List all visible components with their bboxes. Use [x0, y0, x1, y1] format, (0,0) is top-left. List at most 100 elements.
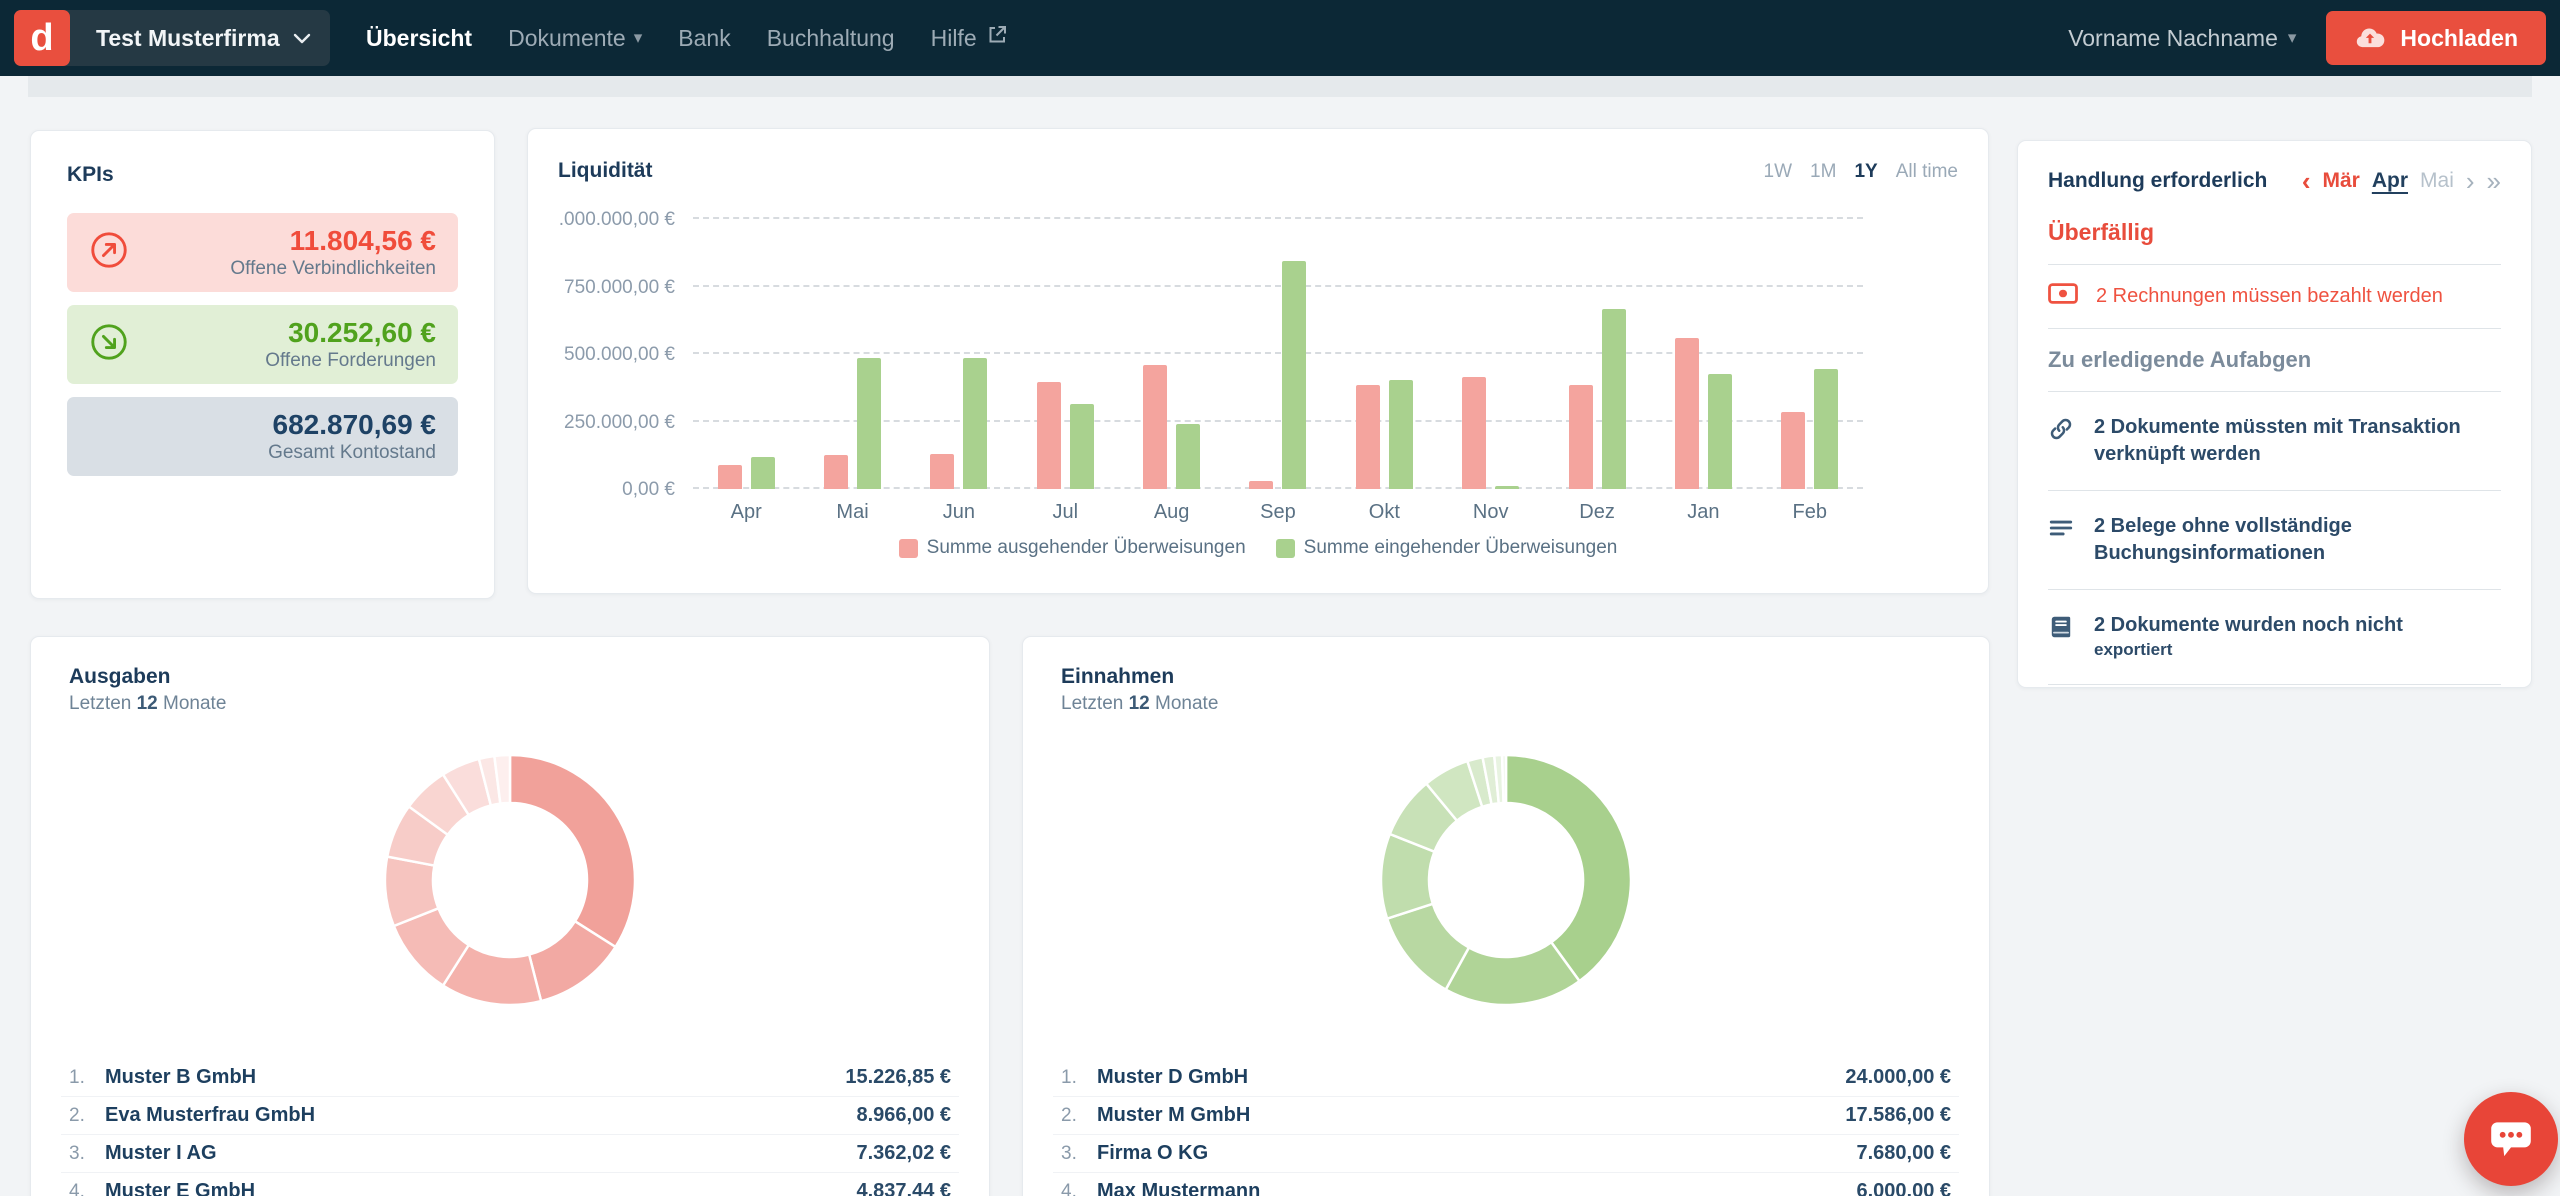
kpis-title: KPIs: [31, 131, 494, 213]
nav-item-buchhaltung[interactable]: Buchhaltung: [767, 25, 895, 52]
bar-summe-eingehender-überweisungen-dez: [1602, 309, 1626, 489]
month-navigation: ‹ Mär Apr Mai › »: [2302, 169, 2501, 193]
range-1m[interactable]: 1M: [1810, 161, 1836, 183]
logo-letter: d: [30, 17, 53, 60]
month-nav-mai[interactable]: Mai: [2420, 169, 2454, 193]
nav-item-label: Dokumente: [508, 25, 626, 52]
y-axis-tick-label: 0,00 €: [495, 479, 675, 501]
donut-segment-1: [510, 755, 635, 947]
bar-group-mai: [799, 219, 905, 489]
todo-item-text: 2 Dokumente müssten mit Transaktion verk…: [2094, 414, 2501, 468]
cloud-upload-icon: [2354, 25, 2386, 51]
chevron-down-icon: ▾: [2288, 28, 2297, 48]
bar-group-jun: [906, 219, 1012, 489]
income-donut-chart: [1371, 745, 1641, 1015]
kpi-tile-offene-verbindlichkeiten[interactable]: 11.804,56 €Offene Verbindlichkeiten: [67, 213, 458, 292]
divider: [2048, 589, 2501, 590]
kpi-tile-offene-forderungen[interactable]: 30.252,60 €Offene Forderungen: [67, 305, 458, 384]
bar-summe-eingehender-überweisungen-sep: [1282, 261, 1306, 489]
legend-item-summe-ausgehender-überweisungen: Summe ausgehender Überweisungen: [899, 537, 1246, 559]
range-all-time[interactable]: All time: [1896, 161, 1958, 183]
x-axis-label-sep: Sep: [1225, 501, 1331, 524]
chevron-down-icon: [290, 26, 314, 50]
chart-legend: Summe ausgehender Überweisungen Summe ein…: [528, 537, 1988, 559]
bar-group-dez: [1544, 219, 1650, 489]
previous-month-icon[interactable]: ‹: [2302, 171, 2311, 191]
y-axis-tick-label: .000.000,00 €: [495, 209, 675, 231]
nav-item-label: Buchhaltung: [767, 25, 895, 52]
bar-group-apr: [693, 219, 799, 489]
chat-button[interactable]: [2464, 1092, 2558, 1186]
nav-item-dokumente[interactable]: Dokumente ▾: [508, 25, 642, 52]
todo-item-1[interactable]: 2 Dokumente müssten mit Transaktion verk…: [2048, 410, 2501, 472]
kpi-tile-gesamt-kontostand[interactable]: 682.870,69 €Gesamt Kontostand: [67, 397, 458, 476]
chevron-down-icon: ▾: [634, 28, 643, 48]
ranking-index: 1.: [1061, 1067, 1097, 1089]
x-axis-label-jan: Jan: [1650, 501, 1756, 524]
ranking-row-firma-o-kg: 3.Firma O KG7.680,00 €: [1053, 1135, 1959, 1173]
ranking-row-muster-m-gmbh: 2.Muster M GmbH17.586,00 €: [1053, 1097, 1959, 1135]
kpi-label: Gesamt Kontostand: [268, 442, 436, 464]
book-icon: [2048, 614, 2074, 648]
bar-summe-eingehender-überweisungen-jan: [1708, 374, 1732, 489]
bar-summe-eingehender-überweisungen-okt: [1389, 380, 1413, 489]
ranking-row-eva-musterfrau-gmbh: 2.Eva Musterfrau GmbH8.966,00 €: [61, 1097, 959, 1135]
ranking-value: 8.966,00 €: [856, 1104, 951, 1127]
income-ranking-list: 1.Muster D GmbH24.000,00 €2.Muster M Gmb…: [1053, 1059, 1959, 1196]
arrow-up-right-circle-icon: [89, 230, 129, 275]
bar-summe-ausgehender-überweisungen-aug: [1143, 365, 1167, 489]
nav-item-bank[interactable]: Bank: [678, 25, 730, 52]
kpis-card: KPIs 11.804,56 €Offene Verbindlichkeiten…: [30, 130, 495, 599]
ranking-row-muster-d-gmbh: 1.Muster D GmbH24.000,00 €: [1053, 1059, 1959, 1097]
bar-summe-ausgehender-überweisungen-jun: [930, 454, 954, 489]
range-1y[interactable]: 1Y: [1854, 161, 1877, 183]
ranking-index: 2.: [69, 1105, 105, 1127]
ranking-row-muster-e-gmbh: 4.Muster E GmbH4.837,44 €: [61, 1173, 959, 1196]
bar-groups: [693, 219, 1863, 489]
x-axis-label-mai: Mai: [799, 501, 905, 524]
overdue-item[interactable]: 2 Rechnungen müssen bezahlt werden: [2048, 283, 2501, 310]
bar-group-jul: [1012, 219, 1118, 489]
legend-label: Summe ausgehender Überweisungen: [927, 537, 1246, 559]
x-axis-label-jul: Jul: [1012, 501, 1118, 524]
range-1w[interactable]: 1W: [1764, 161, 1793, 183]
ranking-name: Muster E GmbH: [105, 1180, 255, 1196]
bar-summe-eingehender-überweisungen-jun: [963, 358, 987, 489]
ranking-index: 1.: [69, 1067, 105, 1089]
bar-summe-ausgehender-überweisungen-nov: [1462, 377, 1486, 489]
month-nav-apr[interactable]: Apr: [2372, 169, 2408, 193]
user-name: Vorname Nachname: [2068, 25, 2278, 52]
next-month-icon[interactable]: ›: [2466, 171, 2475, 191]
last-month-icon[interactable]: »: [2487, 171, 2501, 191]
nav-item-übersicht[interactable]: Übersicht: [366, 25, 472, 52]
ranking-value: 7.362,02 €: [856, 1142, 951, 1165]
legend-swatch: [899, 539, 918, 558]
ranking-index: 4.: [69, 1181, 105, 1196]
ranking-index: 3.: [69, 1143, 105, 1165]
legend-label: Summe eingehender Überweisungen: [1304, 537, 1618, 559]
todo-item-text-line2: exportiert: [2094, 639, 2403, 662]
company-selector[interactable]: d Test Musterfirma: [14, 10, 330, 66]
user-menu[interactable]: Vorname Nachname ▾: [2068, 25, 2296, 52]
ranking-row-muster-i-ag: 3.Muster I AG 7.362,02 €: [61, 1135, 959, 1173]
month-nav-mär[interactable]: Mär: [2322, 169, 2359, 193]
chat-bubble-icon: [2486, 1115, 2536, 1163]
ranking-name: Muster I AG: [105, 1142, 217, 1165]
legend-swatch: [1276, 539, 1295, 558]
ranking-value: 17.586,00 €: [1845, 1104, 1951, 1127]
nav-item-hilfe[interactable]: Hilfe: [931, 23, 1009, 53]
todo-item-3[interactable]: 2 Dokumente wurden noch nichtexportiert: [2048, 608, 2501, 666]
bar-summe-ausgehender-überweisungen-jul: [1037, 382, 1061, 489]
upload-button-label: Hochladen: [2400, 25, 2518, 52]
company-name: Test Musterfirma: [96, 25, 280, 52]
x-axis-label-apr: Apr: [693, 501, 799, 524]
upload-button[interactable]: Hochladen: [2326, 11, 2546, 65]
income-subtitle: Letzten 12 Monate: [1061, 693, 1951, 715]
ranking-row-muster-b-gmbh: 1.Muster B GmbH15.226,85 €: [61, 1059, 959, 1097]
app-logo[interactable]: d: [14, 10, 70, 66]
ranking-name: Muster D GmbH: [1097, 1066, 1248, 1089]
nav-item-label: Hilfe: [931, 25, 977, 52]
ranking-index: 2.: [1061, 1105, 1097, 1127]
bar-summe-eingehender-überweisungen-mai: [857, 358, 881, 489]
todo-item-2[interactable]: 2 Belege ohne vollständige Buchungsinfor…: [2048, 509, 2501, 571]
